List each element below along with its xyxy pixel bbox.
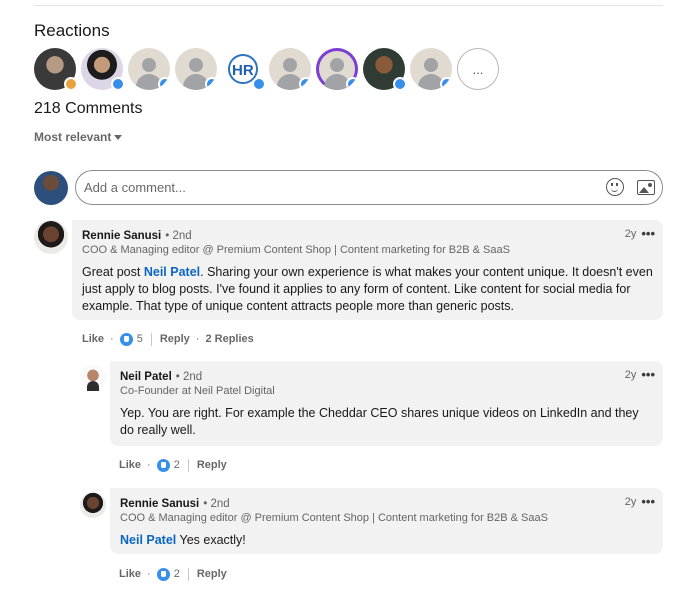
comment-bubble: Rennie Sanusi • 2nd 2y ••• COO & Managin… xyxy=(72,220,663,320)
author-name[interactable]: Rennie Sanusi xyxy=(120,498,199,510)
reply-bubble: Rennie Sanusi • 2nd 2y ••• COO & Managin… xyxy=(110,488,663,554)
like-button[interactable]: Like xyxy=(119,568,141,580)
like-reaction-icon xyxy=(156,458,170,472)
reply-bubble: Neil Patel • 2nd 2y ••• Co-Founder at Ne… xyxy=(110,361,663,446)
comment-actions: Like · 2 Reply xyxy=(119,567,227,581)
like-reaction-icon xyxy=(119,332,133,346)
reactor-avatar[interactable] xyxy=(269,48,311,90)
like-count[interactable]: 2 xyxy=(174,459,180,471)
reactor-avatar[interactable] xyxy=(34,48,78,91)
reply-button[interactable]: Reply xyxy=(160,333,190,345)
more-options-icon[interactable]: ••• xyxy=(641,368,655,381)
comment-text: Neil Patel Yes exactly! xyxy=(120,533,246,547)
avatar[interactable] xyxy=(80,365,106,391)
comment-actions: Like · 2 Reply xyxy=(119,458,227,472)
reply-button[interactable]: Reply xyxy=(197,568,227,580)
celebrate-reaction-icon xyxy=(64,77,78,91)
comment-actions: Like · 5 Reply · 2 Replies xyxy=(82,332,254,346)
like-reaction-icon xyxy=(252,77,266,91)
divider xyxy=(187,458,189,472)
comments-count: 218 Comments xyxy=(34,100,143,117)
like-reaction-icon xyxy=(158,77,170,90)
reactions-title: Reactions xyxy=(34,21,110,40)
reply-button[interactable]: Reply xyxy=(197,459,227,471)
reactor-avatar[interactable] xyxy=(81,48,125,91)
author-name[interactable]: Neil Patel xyxy=(120,371,172,383)
like-button[interactable]: Like xyxy=(119,459,141,471)
author-headline: Co-Founder at Neil Patel Digital xyxy=(120,385,275,397)
like-count[interactable]: 2 xyxy=(174,568,180,580)
like-reaction-icon xyxy=(156,567,170,581)
comment-input[interactable] xyxy=(84,180,584,195)
more-options-icon[interactable]: ••• xyxy=(641,227,655,240)
like-button[interactable]: Like xyxy=(82,333,104,345)
image-icon[interactable] xyxy=(637,180,655,195)
mention-link[interactable]: Neil Patel xyxy=(144,265,200,279)
comment-text: Great post Neil Patel. Sharing your own … xyxy=(82,265,653,313)
like-reaction-icon xyxy=(440,77,452,90)
more-options-icon[interactable]: ••• xyxy=(641,495,655,508)
like-reaction-icon xyxy=(205,77,217,90)
reactor-avatars: HR ... xyxy=(34,48,504,91)
reactor-avatar[interactable] xyxy=(175,48,217,90)
avatar[interactable] xyxy=(80,492,106,518)
mention-link[interactable]: Neil Patel xyxy=(120,533,176,547)
replies-link[interactable]: 2 Replies xyxy=(205,333,253,345)
reactor-avatar[interactable]: HR xyxy=(222,48,266,91)
timestamp: 2y xyxy=(624,369,637,381)
like-reaction-icon xyxy=(299,77,311,90)
sort-label: Most relevant xyxy=(34,130,112,144)
author-name[interactable]: Rennie Sanusi xyxy=(82,230,161,242)
connection-degree: • 2nd xyxy=(175,370,203,383)
reactor-avatar[interactable] xyxy=(316,48,358,90)
connection-degree: • 2nd xyxy=(165,229,192,242)
connection-degree: • 2nd xyxy=(203,497,230,510)
author-headline: COO & Managing editor @ Premium Content … xyxy=(120,512,548,524)
divider xyxy=(187,567,189,581)
comment-composer[interactable] xyxy=(75,170,663,205)
like-count[interactable]: 5 xyxy=(137,333,143,345)
emoji-icon[interactable] xyxy=(606,178,624,196)
reactor-avatar[interactable] xyxy=(363,48,407,91)
like-reaction-icon xyxy=(393,77,407,91)
reactor-avatar[interactable] xyxy=(410,48,452,90)
like-reaction-icon xyxy=(111,77,125,91)
author-headline: COO & Managing editor @ Premium Content … xyxy=(82,244,510,256)
reactor-avatar[interactable] xyxy=(128,48,170,90)
more-reactions-button[interactable]: ... xyxy=(457,48,499,90)
like-reaction-icon xyxy=(346,77,358,90)
top-divider xyxy=(34,5,663,6)
avatar[interactable] xyxy=(34,220,68,254)
timestamp: 2y xyxy=(624,228,637,240)
my-avatar xyxy=(34,171,68,205)
sort-dropdown[interactable]: Most relevant xyxy=(34,130,123,144)
timestamp: 2y xyxy=(624,496,637,508)
comment-text: Yep. You are right. For example the Ched… xyxy=(120,406,639,437)
divider xyxy=(150,332,152,346)
caret-down-icon xyxy=(114,134,123,140)
svg-text:HR: HR xyxy=(232,62,254,79)
